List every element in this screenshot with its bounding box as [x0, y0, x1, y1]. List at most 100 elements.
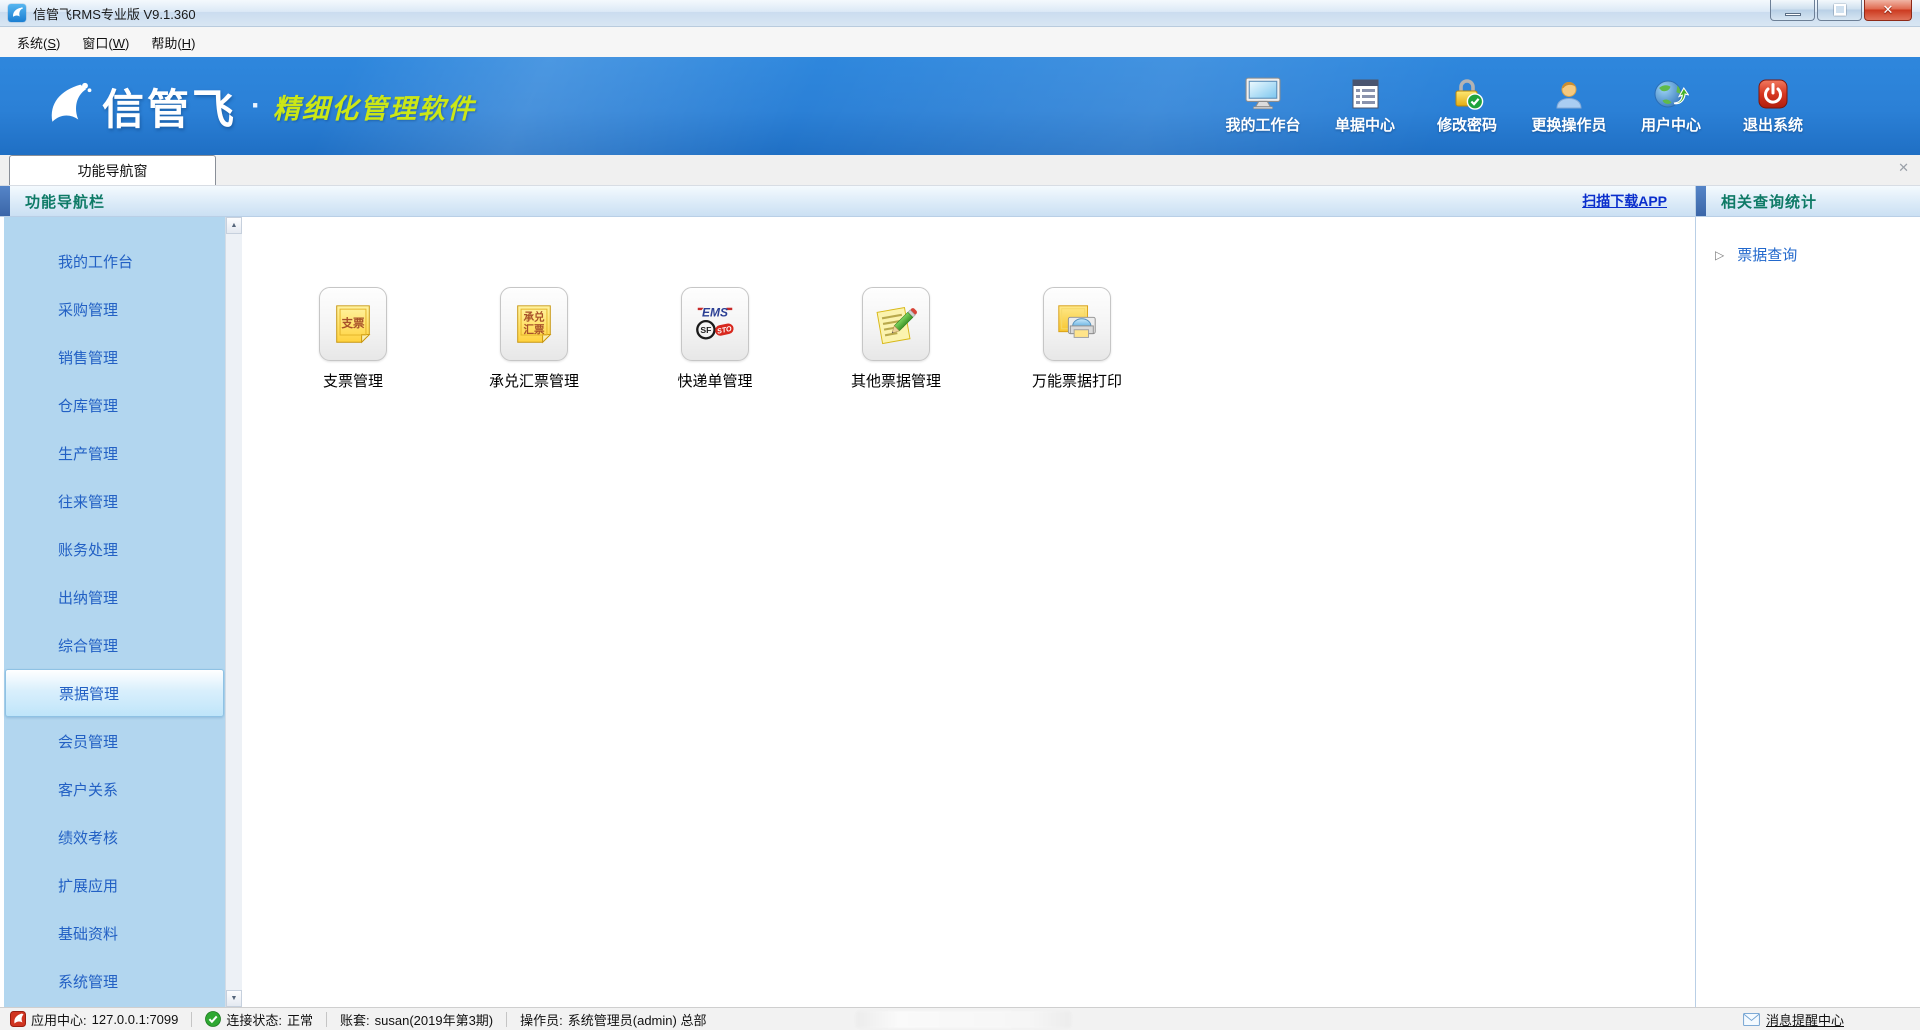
- document-center-label: 单据中心: [1335, 114, 1395, 135]
- envelope-icon: [1743, 1013, 1760, 1026]
- nav-scrollbar[interactable]: ▲ ▼: [225, 217, 242, 1007]
- switch-operator-label: 更换操作员: [1531, 114, 1606, 135]
- stats-panel-header: 相关查询统计: [1696, 186, 1920, 217]
- app-center-value: 127.0.0.1:7099: [92, 1012, 179, 1027]
- sidebar-item-crm[interactable]: 客户关系: [4, 765, 225, 813]
- switch-operator-button[interactable]: 更换操作员: [1530, 77, 1608, 135]
- menu-accesskey: H: [182, 36, 191, 51]
- workspace: 功能导航栏 我的工作台 采购管理 销售管理 仓库管理 生产管理 往来管理 账务处…: [0, 186, 1920, 1007]
- scroll-up-icon[interactable]: ▲: [226, 217, 242, 234]
- tabstrip-close-icon[interactable]: ✕: [1898, 160, 1909, 176]
- menu-bar: 系统(S) 窗口(W) 帮助(H): [0, 27, 1920, 57]
- brand-slogan: 精细化管理软件: [273, 87, 476, 126]
- close-button[interactable]: ✕: [1864, 0, 1912, 21]
- shortcut-label: 其他票据管理: [851, 370, 941, 391]
- sidebar-item-cashier[interactable]: 出纳管理: [4, 573, 225, 621]
- change-password-label: 修改密码: [1437, 114, 1497, 135]
- operator-label: 操作员:: [520, 1010, 563, 1029]
- note-pencil-icon: [862, 287, 930, 361]
- sidebar-item-label: 综合管理: [58, 635, 118, 656]
- sidebar-item-production[interactable]: 生产管理: [4, 429, 225, 477]
- status-separator: [506, 1012, 507, 1027]
- shortcut-cheque-management[interactable]: 支票 支票管理: [319, 287, 387, 391]
- menu-text: ): [191, 36, 195, 51]
- menu-window[interactable]: 窗口(W): [71, 28, 140, 57]
- sidebar-item-bills[interactable]: 票据管理: [5, 669, 224, 717]
- message-center-link[interactable]: 消息提醒中心: [1743, 1010, 1844, 1029]
- sidebar-item-sales[interactable]: 销售管理: [4, 333, 225, 381]
- sidebar-item-comprehensive[interactable]: 综合管理: [4, 621, 225, 669]
- close-icon: ✕: [1883, 2, 1894, 18]
- connection-ok-icon: [205, 1011, 221, 1027]
- menu-system[interactable]: 系统(S): [6, 28, 71, 57]
- workbench-button[interactable]: 我的工作台: [1224, 77, 1302, 135]
- tab-function-navigation[interactable]: 功能导航窗: [9, 155, 216, 185]
- tree-item-bill-query[interactable]: ▷ 票据查询: [1696, 244, 1920, 265]
- sidebar-item-basic-data[interactable]: 基础资料: [4, 909, 225, 957]
- user-center-label: 用户中心: [1641, 114, 1701, 135]
- redacted-text: [856, 1011, 1071, 1028]
- sidebar-item-label: 系统管理: [58, 971, 118, 992]
- shortcut-express-waybill-management[interactable]: EMS SF STO 快递单管理: [681, 287, 749, 391]
- app-center-icon: [10, 1011, 26, 1027]
- sidebar-item-contacts[interactable]: 往来管理: [4, 477, 225, 525]
- header-banner: 信管飞 · 精细化管理软件 我的工作台: [0, 57, 1920, 155]
- menu-text: 系统(: [17, 36, 47, 51]
- monitor-icon: [1245, 77, 1281, 111]
- window-controls: ✕: [1768, 0, 1912, 21]
- shortcut-grid: 支票 支票管理 承兑 汇票: [242, 217, 1695, 1007]
- sidebar-item-warehouse[interactable]: 仓库管理: [4, 381, 225, 429]
- minimize-button[interactable]: [1770, 0, 1815, 21]
- shortcut-universal-ticket-printing[interactable]: 万能票据打印: [1043, 287, 1111, 391]
- scroll-down-icon[interactable]: ▼: [226, 990, 242, 1007]
- document-center-button[interactable]: 单据中心: [1326, 77, 1404, 135]
- tab-strip: 功能导航窗 ✕: [0, 155, 1920, 186]
- nav-panel-title: 功能导航栏: [25, 191, 105, 212]
- scan-download-app-link[interactable]: 扫描下载APP: [1582, 191, 1667, 211]
- sidebar-item-members[interactable]: 会员管理: [4, 717, 225, 765]
- restore-button[interactable]: [1817, 0, 1862, 21]
- svg-text:支票: 支票: [341, 316, 365, 330]
- operator-status: 操作员: 系统管理员(admin) 总部: [520, 1010, 706, 1029]
- sidebar-item-performance[interactable]: 绩效考核: [4, 813, 225, 861]
- exit-system-label: 退出系统: [1743, 114, 1803, 135]
- shortcut-label: 承兑汇票管理: [489, 370, 579, 391]
- sidebar-item-label: 绩效考核: [58, 827, 118, 848]
- account-label: 账套:: [340, 1010, 370, 1029]
- app-center-label: 应用中心:: [31, 1010, 87, 1029]
- svg-text:SF: SF: [700, 325, 711, 335]
- sidebar-item-accounting[interactable]: 账务处理: [4, 525, 225, 573]
- shortcut-label: 万能票据打印: [1032, 370, 1122, 391]
- header-accent-bar: [1696, 186, 1706, 216]
- shortcut-label: 支票管理: [323, 370, 383, 391]
- brand-name: 信管飞: [102, 76, 237, 137]
- sidebar-item-my-workbench[interactable]: 我的工作台: [4, 237, 225, 285]
- title-bar: 信管飞RMS专业版 V9.1.360 ✕: [0, 0, 1920, 27]
- sidebar-item-label: 客户关系: [58, 779, 118, 800]
- sidebar-item-system[interactable]: 系统管理: [4, 957, 225, 1005]
- minimize-icon: [1785, 13, 1801, 16]
- sidebar-item-label: 会员管理: [58, 731, 118, 752]
- exit-system-button[interactable]: 退出系统: [1734, 77, 1812, 135]
- sidebar-item-label: 仓库管理: [58, 395, 118, 416]
- user-center-button[interactable]: 用户中心: [1632, 77, 1710, 135]
- header-accent-bar: [0, 186, 10, 216]
- svg-text:汇票: 汇票: [523, 323, 545, 336]
- brand-logo: 信管飞 · 精细化管理软件: [40, 76, 476, 137]
- chevron-right-icon: ▷: [1715, 248, 1724, 262]
- main-panel: 扫描下载APP 支票 支票管理: [242, 186, 1696, 1007]
- brand-logo-icon: [40, 79, 94, 133]
- sidebar-item-extensions[interactable]: 扩展应用: [4, 861, 225, 909]
- change-password-button[interactable]: 修改密码: [1428, 77, 1506, 135]
- restore-icon: [1834, 5, 1846, 15]
- shortcut-acceptance-bill-management[interactable]: 承兑 汇票 承兑汇票管理: [500, 287, 568, 391]
- shortcut-other-bills-management[interactable]: 其他票据管理: [862, 287, 930, 391]
- menu-text: ): [56, 36, 60, 51]
- brand-separator: ·: [251, 89, 261, 123]
- connection-label: 连接状态:: [226, 1010, 282, 1029]
- nav-body: 我的工作台 采购管理 销售管理 仓库管理 生产管理 往来管理 账务处理 出纳管理…: [0, 217, 242, 1007]
- sidebar-item-purchase[interactable]: 采购管理: [4, 285, 225, 333]
- menu-help[interactable]: 帮助(H): [140, 28, 206, 57]
- svg-text:承兑: 承兑: [523, 311, 545, 324]
- menu-accesskey: S: [47, 36, 56, 51]
